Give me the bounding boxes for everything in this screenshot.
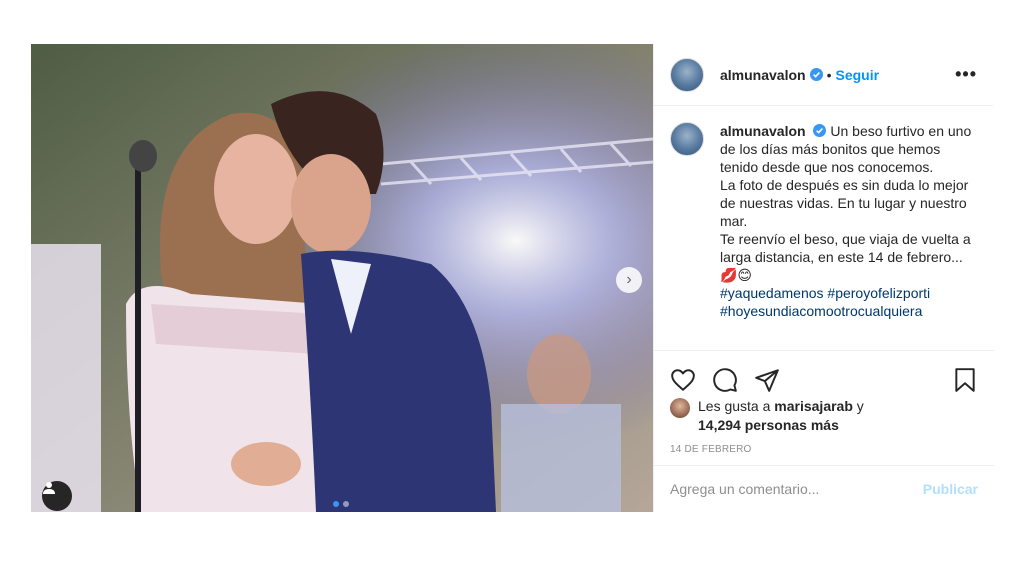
liker-avatar[interactable] [670,398,690,418]
post-date[interactable]: 14 DE FEBRERO [670,444,752,455]
caption: almunavalon Un beso furtivo en uno de lo… [720,122,978,350]
hashtag-link[interactable]: #yaquedamenos #peroyofelizporti [720,284,978,302]
caption-username[interactable]: almunavalon [720,123,806,139]
heart-icon[interactable] [670,367,696,393]
liker-username[interactable]: marisajarab [774,398,853,414]
carousel-dot-active [333,501,339,507]
more-options-button[interactable]: ••• [955,64,977,85]
instagram-post: › almunavalon • Seguir ••• almunavalon U… [31,44,994,512]
separator: • [826,66,832,83]
follow-button[interactable]: Seguir [836,67,880,83]
likes-count[interactable]: 14,294 personas más [698,417,839,433]
avatar[interactable] [670,57,704,92]
post-side-panel: almunavalon • Seguir ••• almunavalon Un … [653,44,994,512]
next-photo-button[interactable]: › [616,267,642,293]
likes-summary: Les gusta a marisajarab y 14,294 persona… [670,397,970,435]
bookmark-icon[interactable] [952,367,978,393]
caption-avatar[interactable] [670,122,704,156]
likes-prefix: Les gusta a [698,398,771,414]
post-header: almunavalon • Seguir ••• [654,44,993,106]
likes-and: y [856,398,864,414]
likes-text: Les gusta a marisajarab y 14,294 persona… [698,397,864,435]
caption-line-2: La foto de después es sin duda lo mejor … [720,177,969,229]
comment-box: Publicar [654,465,994,512]
caption-line-3: Te reenvío el beso, que viaja de vuelta … [720,231,971,283]
header-username[interactable]: almunavalon [720,67,806,83]
paper-plane-icon[interactable] [754,367,780,393]
hashtag-link[interactable]: #hoyesundiacomootrocualquiera [720,302,978,320]
verified-badge-icon [809,68,823,81]
comment-icon[interactable] [712,367,738,393]
post-photo[interactable]: › [31,44,653,512]
carousel-dot [343,501,349,507]
wedding-kiss-photo [31,44,653,512]
carousel-indicator [333,501,349,507]
publish-button[interactable]: Publicar [923,481,978,497]
caption-area: almunavalon Un beso furtivo en uno de lo… [654,122,994,350]
comment-input[interactable] [670,481,910,497]
verified-badge-icon [813,124,827,137]
user-tag-icon[interactable] [42,481,72,511]
